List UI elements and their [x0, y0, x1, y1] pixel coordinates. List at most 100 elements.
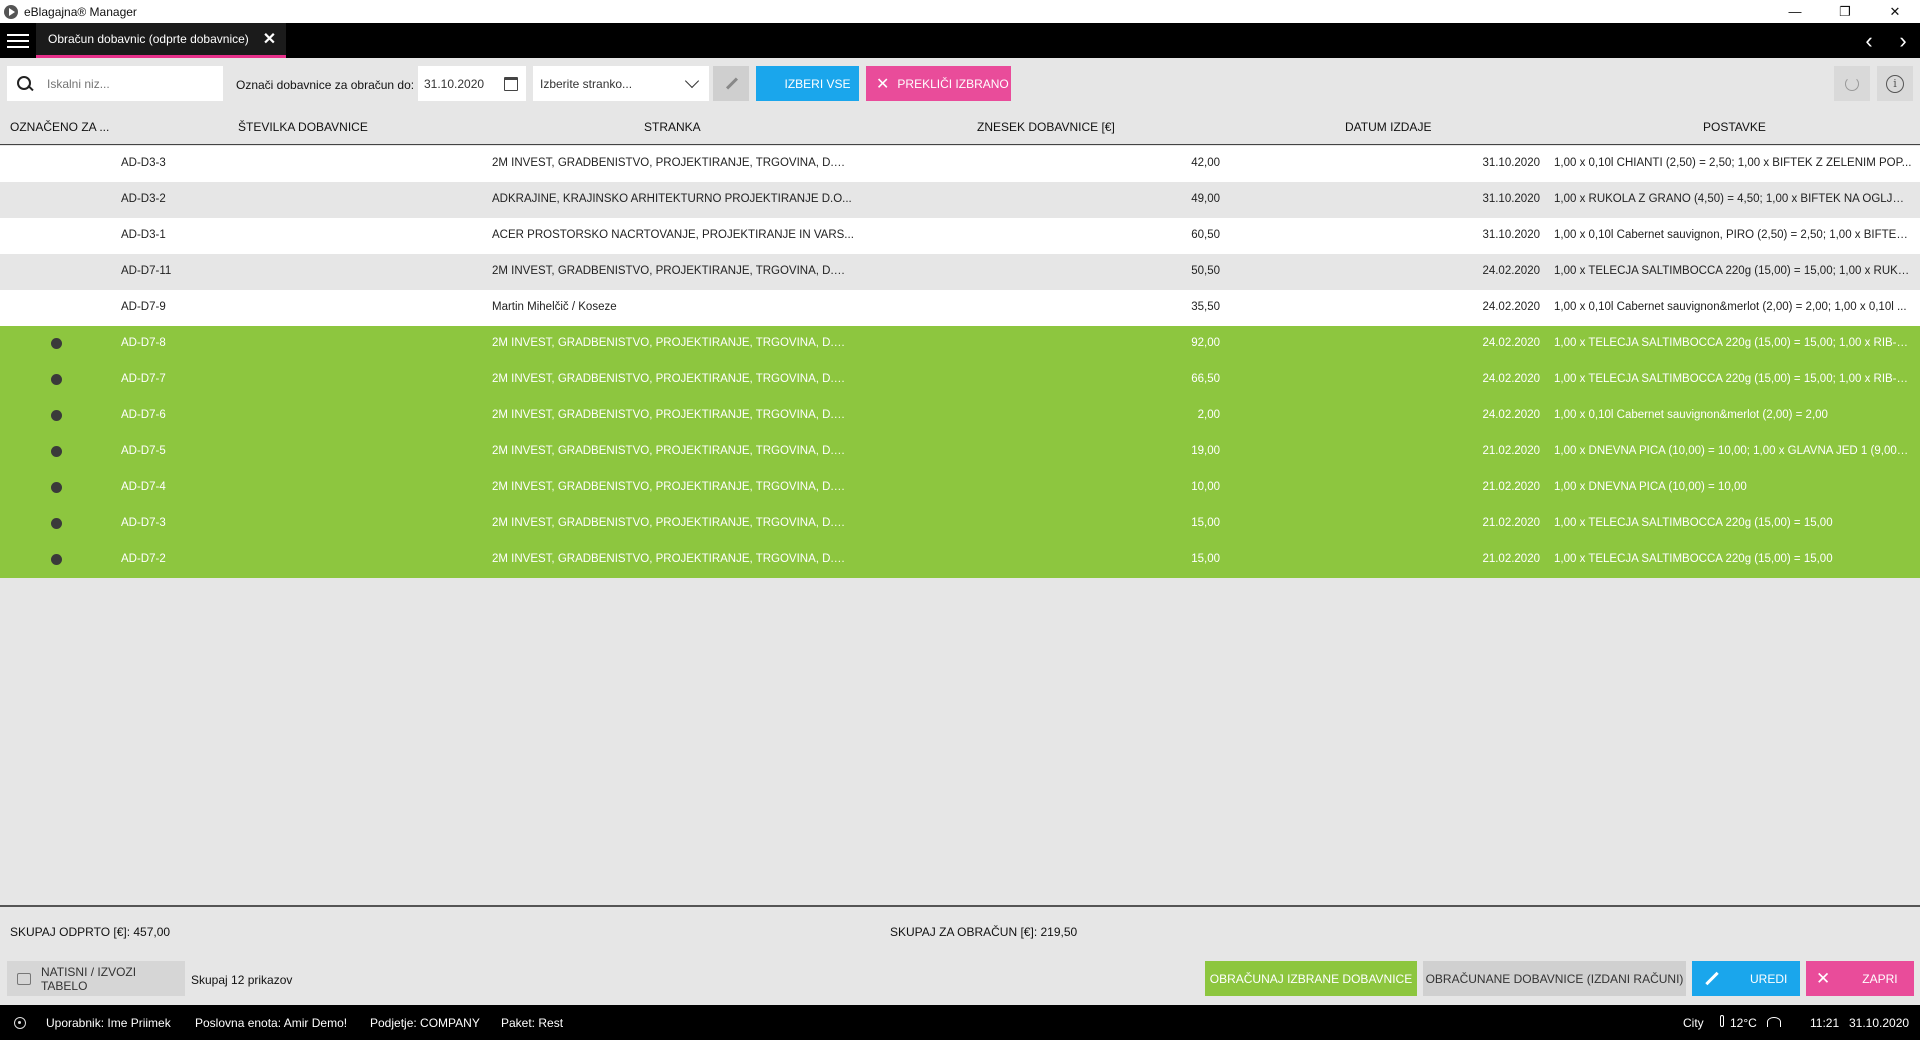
cell-date: 21.02.2020: [1482, 553, 1540, 565]
cell-items: 1,00 x DNEVNA PICA (10,00) = 10,00: [1554, 481, 1747, 493]
status-package: Paket: Rest: [501, 1016, 564, 1030]
refresh-button[interactable]: [1834, 66, 1870, 101]
selected-dot-icon[interactable]: [51, 446, 62, 457]
cell-doc-no: AD-D3-3: [121, 157, 166, 169]
brush-icon: [723, 76, 739, 92]
edit-button[interactable]: UREDI: [1692, 961, 1800, 996]
close-icon: ✕: [876, 75, 890, 93]
close-window-button[interactable]: ✕: [1870, 0, 1920, 23]
cell-date: 21.02.2020: [1482, 445, 1540, 457]
cell-amount: 10,00: [1191, 481, 1220, 493]
cell-items: 1,00 x DNEVNA PICA (10,00) = 10,00; 1,00…: [1554, 445, 1912, 457]
cell-doc-no: AD-D7-2: [121, 553, 166, 565]
column-header-doc-no[interactable]: ŠTEVILKA DOBAVNICE: [238, 120, 368, 134]
issued-invoices-button[interactable]: OBRAČUNANE DOBAVNICE (IZDANI RAČUNI): [1423, 961, 1686, 996]
column-header-marked[interactable]: OZNAČENO ZA ...: [10, 120, 109, 134]
column-header-amount[interactable]: ZNESEK DOBAVNICE [€]: [977, 120, 1115, 134]
print-export-button[interactable]: NATISNI / IZVOZI TABELO: [7, 961, 185, 996]
cell-amount: 35,50: [1191, 301, 1220, 313]
app-logo-icon: [4, 4, 18, 19]
date-picker[interactable]: 31.10.2020: [418, 66, 526, 101]
cell-date: 31.10.2020: [1482, 229, 1540, 241]
table-row[interactable]: AD-D7-6 2M INVEST, GRADBENIŠTVO, PROJEKTI…: [0, 398, 1920, 434]
table-row[interactable]: AD-D7-8 2M INVEST, GRADBENIŠTVO, PROJEKTI…: [0, 326, 1920, 362]
restore-button[interactable]: ❐: [1820, 0, 1870, 23]
cell-amount: 92,00: [1191, 337, 1220, 349]
selected-dot-icon[interactable]: [51, 554, 62, 565]
cell-items: 1,00 x TELEČJA SALTIMBOCCA 220g (15,00) …: [1554, 553, 1833, 565]
table-row[interactable]: AD-D7-2 2M INVEST, GRADBENIŠTVO, PROJEKTI…: [0, 542, 1920, 578]
chevron-right-icon[interactable]: ›: [1886, 23, 1920, 58]
cell-date: 21.02.2020: [1482, 517, 1540, 529]
cell-amount: 2,00: [1197, 409, 1220, 421]
table-row[interactable]: AD-D3-3 2M INVEST, GRADBENIŠTVO, PROJEKTI…: [0, 146, 1920, 182]
toolbar: Označi dobavnice za obračun do: 31.10.20…: [0, 58, 1920, 110]
printer-icon: [17, 972, 31, 985]
table-row[interactable]: AD-D7-9 Martin Mihelčič / Koseze 35,50 24.0…: [0, 290, 1920, 326]
calendar-icon[interactable]: [504, 76, 518, 91]
cell-customer: 2M INVEST, GRADBENIŠTVO, PROJEKTIRANJE, …: [492, 445, 854, 457]
cell-date: 24.02.2020: [1482, 337, 1540, 349]
refresh-icon: [1845, 76, 1859, 91]
selected-dot-icon[interactable]: [51, 518, 62, 529]
cell-doc-no: AD-D7-8: [121, 337, 166, 349]
cell-customer: ACER PROSTORSKO NAČRTOVANJE, PROJEKTIRAN…: [492, 229, 854, 241]
table-row[interactable]: AD-D7-3 2M INVEST, GRADBENIŠTVO, PROJEKTI…: [0, 506, 1920, 542]
cell-doc-no: AD-D3-1: [121, 229, 166, 241]
clear-filter-button[interactable]: [713, 66, 749, 101]
table-row[interactable]: AD-D7-7 2M INVEST, GRADBENIŠTVO, PROJEKTI…: [0, 362, 1920, 398]
table-body: AD-D3-3 2M INVEST, GRADBENIŠTVO, PROJEKTI…: [0, 146, 1920, 578]
row-count: Skupaj 12 prikazov: [191, 973, 293, 987]
search-input[interactable]: [47, 76, 207, 91]
footer-divider: [0, 905, 1920, 907]
cell-customer: 2M INVEST, GRADBENIŠTVO, PROJEKTIRANJE, …: [492, 265, 854, 277]
cell-amount: 42,00: [1191, 157, 1220, 169]
user-status-icon: [14, 1017, 26, 1029]
table-row[interactable]: AD-D3-1 ACER PROSTORSKO NAČRTOVANJE, PROJ…: [0, 218, 1920, 254]
cell-customer: 2M INVEST, GRADBENIŠTVO, PROJEKTIRANJE, …: [492, 409, 854, 421]
info-button[interactable]: i: [1877, 66, 1913, 101]
cell-customer: 2M INVEST, GRADBENIŠTVO, PROJEKTIRANJE, …: [492, 157, 854, 169]
column-header-items[interactable]: POSTAVKE: [1703, 120, 1766, 134]
select-all-button[interactable]: IZBERI VSE: [756, 66, 859, 101]
cell-doc-no: AD-D7-11: [121, 265, 172, 277]
cell-customer: 2M INVEST, GRADBENIŠTVO, PROJEKTIRANJE, …: [492, 337, 854, 349]
tab-close-icon[interactable]: ✕: [263, 29, 276, 49]
column-header-date[interactable]: DATUM IZDAJE: [1345, 120, 1431, 134]
chevron-left-icon[interactable]: ‹: [1852, 23, 1886, 58]
cancel-selection-button[interactable]: ✕ PREKLIČI IZBRANO: [866, 66, 1011, 101]
selected-dot-icon[interactable]: [51, 482, 62, 493]
cell-date: 24.02.2020: [1482, 265, 1540, 277]
minimize-button[interactable]: —: [1770, 0, 1820, 23]
cell-items: 1,00 x 0,10l Cabernet sauvignon, PIRO (2…: [1554, 229, 1912, 241]
table-row[interactable]: AD-D3-2 ADKRAJINE, KRAJINSKO ARHITEKTURNO…: [0, 182, 1920, 218]
column-header-customer[interactable]: STRANKA: [644, 120, 701, 134]
selected-dot-icon[interactable]: [51, 410, 62, 421]
status-city: City: [1683, 1016, 1704, 1030]
table-row[interactable]: AD-D7-5 2M INVEST, GRADBENIŠTVO, PROJEKTI…: [0, 434, 1920, 470]
calculate-selected-button[interactable]: OBRAČUNAJ IZBRANE DOBAVNICE: [1205, 961, 1417, 996]
menu-icon[interactable]: [0, 23, 36, 58]
close-icon: ✕: [1816, 968, 1831, 988]
cell-doc-no: AD-D7-4: [121, 481, 166, 493]
table-row[interactable]: AD-D7-11 2M INVEST, GRADBENIŠTVO, PROJEKT…: [0, 254, 1920, 290]
edit-label: UREDI: [1750, 971, 1788, 986]
cell-doc-no: AD-D7-7: [121, 373, 166, 385]
cell-amount: 66,50: [1191, 373, 1220, 385]
selected-dot-icon[interactable]: [51, 338, 62, 349]
selected-dot-icon[interactable]: [51, 374, 62, 385]
tab-label: Obračun dobavnic (odprte dobavnice): [48, 32, 249, 46]
cell-items: 1,00 x TELEČJA SALTIMBOCCA 220g (15,00) …: [1554, 373, 1912, 385]
cell-items: 1,00 x 0,10l CHIANTI (2,50) = 2,50; 1,00…: [1554, 157, 1912, 169]
cell-customer: Martin Mihelčič / Koseze: [492, 301, 617, 313]
cell-doc-no: AD-D7-6: [121, 409, 166, 421]
chevron-down-icon: [684, 73, 700, 88]
search-field[interactable]: [7, 66, 223, 101]
total-selected: SKUPAJ ZA OBRAČUN [€]: 219,50: [890, 925, 1078, 939]
tab-obracun-dobavnic[interactable]: Obračun dobavnic (odprte dobavnice) ✕: [36, 23, 287, 58]
close-button[interactable]: ✕ ZAPRI: [1806, 961, 1914, 996]
cell-amount: 15,00: [1191, 517, 1220, 529]
cell-date: 24.02.2020: [1482, 409, 1540, 421]
customer-select[interactable]: Izberite stranko...: [533, 66, 709, 101]
table-row[interactable]: AD-D7-4 2M INVEST, GRADBENIŠTVO, PROJEKTI…: [0, 470, 1920, 506]
